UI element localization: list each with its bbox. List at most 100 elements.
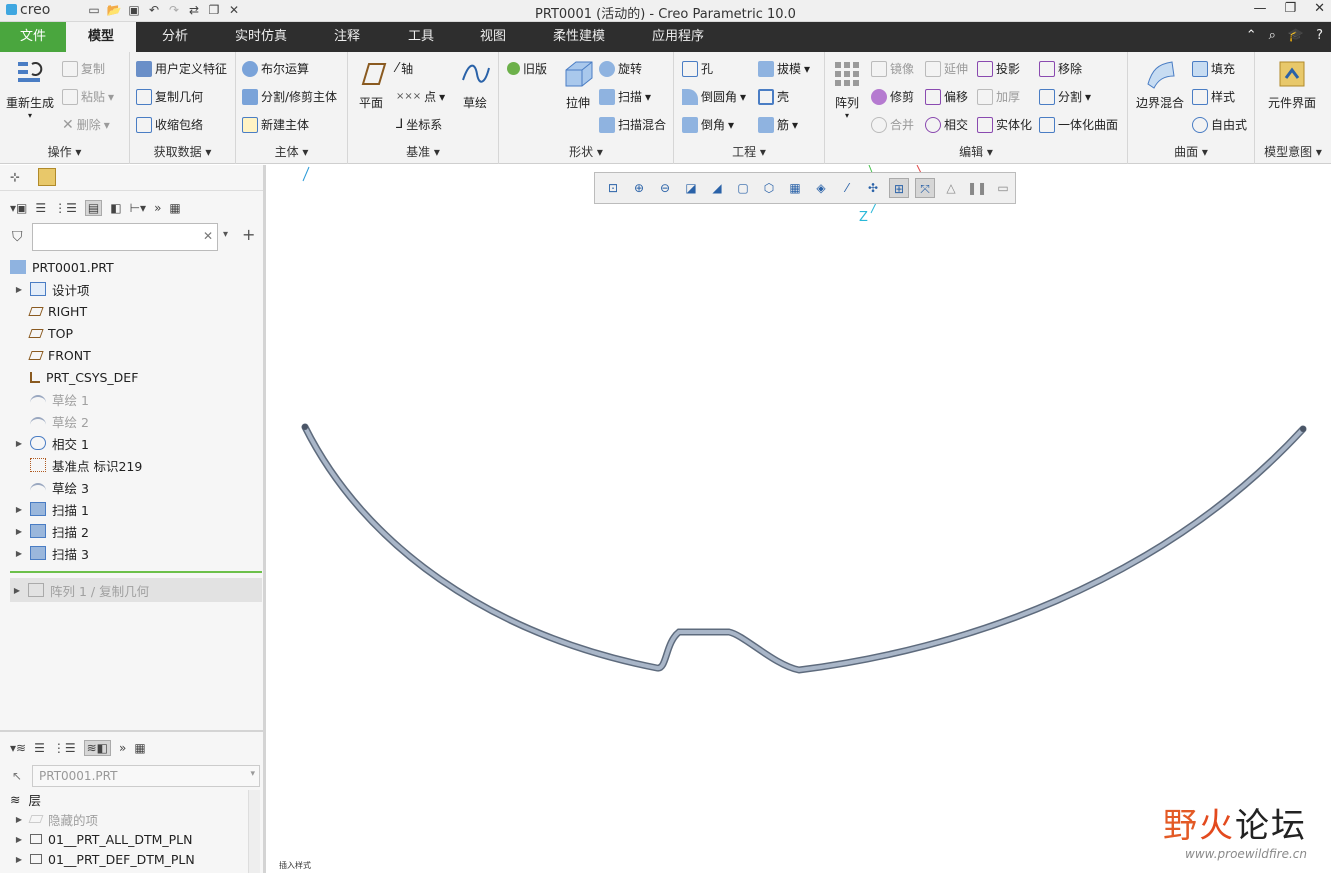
expand-arrow-icon[interactable]: ▶ [12,285,26,294]
udf-button[interactable]: 用户定义特征 [136,60,227,77]
datum-display-filter-icon[interactable]: ⁄ [837,178,857,198]
spin-center-icon[interactable]: ⊞ [889,178,909,198]
tab-simulation[interactable]: 实时仿真 [224,22,298,52]
more-layer-icon[interactable]: » [119,741,126,755]
tree-settings-icon[interactable]: ⊢▾ [130,201,146,215]
revolve-button[interactable]: 旋转 [599,60,642,77]
layer-notes-icon[interactable]: ▦ [134,741,145,755]
saved-orientations-icon[interactable]: ⬡ [759,178,779,198]
extend-button[interactable]: 延伸 [925,60,968,77]
tab-flexible-modeling[interactable]: 柔性建模 [540,22,618,52]
paste-button[interactable]: 粘贴 ▾ [62,88,114,105]
tree-row[interactable]: TOP [0,322,263,344]
copy-button[interactable]: 复制 [62,60,105,77]
folder-browser-tab-icon[interactable] [38,168,56,186]
tab-tools[interactable]: 工具 [394,22,448,52]
tab-annotate[interactable]: 注释 [320,22,374,52]
hole-button[interactable]: 孔 [682,60,713,77]
pause-icon[interactable]: ❚❚ [967,178,987,198]
layer-menu-icon[interactable]: ▾≋ [10,741,26,755]
expand-arrow-icon[interactable]: ▶ [12,439,26,448]
chamfer-button[interactable]: 倒角 ▾ [682,116,734,133]
round-button[interactable]: 倒圆角 ▾ [682,88,746,105]
thicken-button[interactable]: 加厚 [977,88,1020,105]
group-label-get-data[interactable]: 获取数据 ▾ [130,143,235,160]
pattern-button[interactable]: 阵列 ▾ [831,58,863,120]
select-arrow-icon[interactable]: ↖ [12,769,22,783]
annotation-display-icon[interactable]: ✣ [863,178,883,198]
tree-row[interactable]: 草绘 3 [0,476,263,498]
style-button[interactable]: 样式 [1192,88,1235,105]
tab-analysis[interactable]: 分析 [146,22,204,52]
tab-applications[interactable]: 应用程序 [640,22,716,52]
perspective-icon[interactable]: ◢ [707,178,727,198]
tree-row[interactable]: 基准点 标识219 [0,454,263,476]
trim-button[interactable]: 修剪 [871,88,914,105]
tree-row[interactable]: 草绘 1 [0,388,263,410]
tree-root[interactable]: PRT0001.PRT [0,256,263,278]
axis-button[interactable]: ⁄ 轴 [396,60,413,77]
help-icon[interactable]: ? [1316,28,1323,43]
zoom-out-icon[interactable]: ⊖ [655,178,675,198]
new-body-button[interactable]: 新建主体 [242,116,309,133]
search-dropdown-icon[interactable]: ▾ [223,229,228,240]
chevron-up-icon[interactable]: ⌃ [1246,28,1257,43]
minimize-icon[interactable]: — [1253,1,1266,16]
shrinkwrap-button[interactable]: 收缩包络 [136,116,203,133]
expand-arrow-icon[interactable]: ▶ [12,835,26,844]
tab-view[interactable]: 视图 [466,22,520,52]
regenerate-button[interactable]: 重新生成 ▾ [4,58,56,120]
filter-icon[interactable]: ⛉ [12,229,23,245]
tree-filter-settings-icon[interactable]: ◧ [110,201,121,215]
boundary-blend-button[interactable]: 边界混合 [1132,58,1188,111]
csys-display-icon[interactable]: ⤧ [915,178,935,198]
sweep-button[interactable]: 扫描 ▾ [599,88,651,105]
group-label-body[interactable]: 主体 ▾ [236,143,347,160]
tab-file[interactable]: 文件 [0,22,66,52]
more-icon[interactable]: » [154,201,161,215]
tree-row[interactable]: ▶ 设计项 [0,278,263,300]
freestyle-button[interactable]: 自由式 [1192,116,1247,133]
section-icon[interactable]: ◈ [811,178,831,198]
video-icon[interactable]: ▭ [993,178,1013,198]
shell-button[interactable]: 壳 [758,88,789,105]
expand-arrow-icon[interactable]: ▶ [12,855,26,864]
layer-display-icon[interactable]: ≋◧ [83,740,112,756]
split-button[interactable]: 分割 ▾ [1039,88,1091,105]
layer-row[interactable]: ▶ 隐藏的项 [0,808,246,830]
split-body-button[interactable]: 分割/修剪主体 [242,88,337,105]
extrude-button[interactable]: 拉伸 [555,58,601,111]
maximize-icon[interactable]: ❐ [1284,1,1296,16]
layer-columns-icon[interactable]: ⋮☰ [53,741,76,755]
group-label-engineering[interactable]: 工程 ▾ [674,143,824,160]
group-label-operations[interactable]: 操作 ▾ [0,143,129,160]
tab-model[interactable]: 模型 [66,22,136,52]
component-interface-button[interactable]: 元件界面 [1259,58,1325,111]
tree-row[interactable]: ▶ 扫描 2 [0,520,263,542]
tree-row[interactable]: ▶ 扫描 3 [0,542,263,564]
display-style-icon[interactable]: ▢ [733,178,753,198]
expand-arrow-icon[interactable]: ▶ [12,527,26,536]
tree-row[interactable]: RIGHT [0,300,263,322]
tree-columns-icon[interactable]: ⋮☰ [54,201,77,215]
csys-button[interactable]: ⅃ 坐标系 [396,116,442,133]
fill-button[interactable]: 填充 [1192,60,1235,77]
delete-button[interactable]: ✕ 删除 ▾ [62,116,110,133]
plane-button[interactable]: 平面 [352,58,390,111]
tree-table-icon[interactable]: ▤ [84,200,103,216]
close-window-icon[interactable]: ✕ [1314,1,1325,16]
mirror-button[interactable]: 镜像 [871,60,914,77]
model-tree-tab-icon[interactable]: ⊹ [10,170,20,184]
solidify-button[interactable]: 实体化 [977,116,1032,133]
layer-row[interactable]: ▶ 01__PRT_DEF_DTM_PLN [0,848,246,870]
tree-row[interactable]: PRT_CSYS_DEF [0,366,263,388]
clear-search-icon[interactable]: ✕ [203,229,213,243]
tree-row-pattern[interactable]: ▶ 阵列 1 / 复制几何 [10,578,262,602]
rib-button[interactable]: 筋 ▾ [758,116,798,133]
tree-row[interactable]: ▶ 扫描 1 [0,498,263,520]
group-label-surfaces[interactable]: 曲面 ▾ [1128,143,1254,160]
expand-arrow-icon[interactable]: ▶ [12,815,26,824]
tree-notes-icon[interactable]: ▦ [169,201,180,215]
model-tree-search-input[interactable]: ✕ [32,223,218,251]
search-icon[interactable]: ⌕ [1269,28,1276,43]
